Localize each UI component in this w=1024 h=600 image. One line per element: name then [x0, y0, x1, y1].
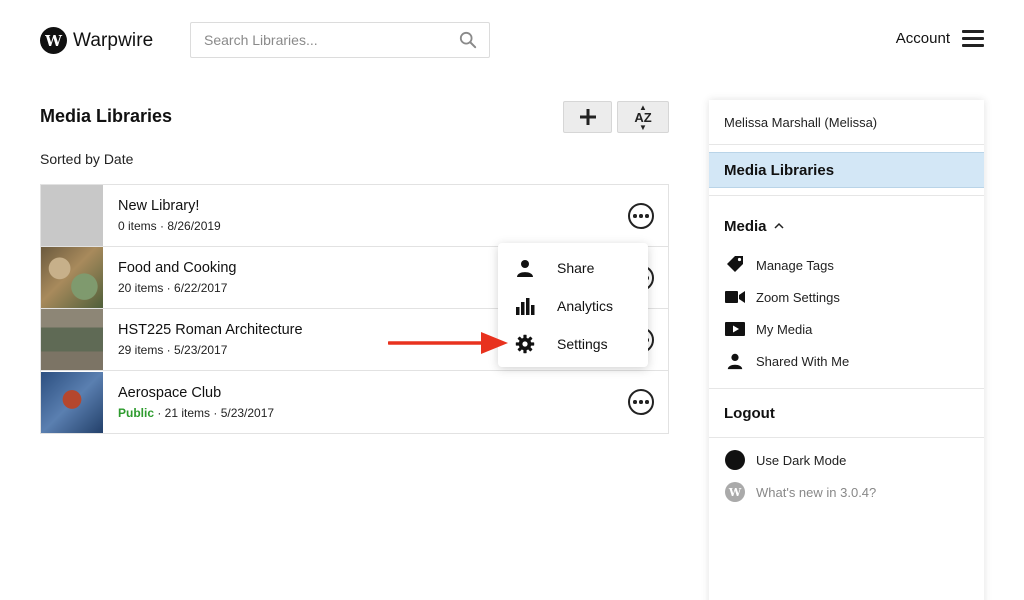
search-icon[interactable]: [459, 31, 477, 49]
logout-button[interactable]: Logout: [709, 389, 984, 437]
account-sidebar: Melissa Marshall (Melissa) Media Librari…: [709, 100, 984, 600]
library-thumbnail: [41, 185, 103, 246]
divider: [709, 437, 984, 438]
hamburger-menu-icon[interactable]: [962, 30, 984, 47]
sidebar-item-label: My Media: [756, 321, 813, 337]
logo-mark: W: [40, 27, 67, 54]
menu-item-label: Share: [557, 260, 595, 276]
menu-item-analytics[interactable]: Analytics: [498, 287, 648, 325]
video-camera-icon: [725, 291, 745, 303]
menu-item-label: Analytics: [557, 298, 614, 314]
sort-az-button[interactable]: ▲ AZ ▼: [617, 101, 669, 133]
whats-new-link[interactable]: W What's new in 3.0.4?: [709, 476, 984, 508]
library-thumbnail: [41, 309, 103, 370]
sidebar-item-label: Zoom Settings: [756, 289, 840, 305]
public-badge: Public: [118, 405, 155, 420]
media-section-toggle[interactable]: Media: [709, 203, 984, 249]
library-row[interactable]: New Library! 0 items · 8/26/2019: [41, 185, 668, 247]
dark-mode-label: Use Dark Mode: [756, 452, 847, 468]
sidebar-item-my-media[interactable]: My Media: [709, 313, 984, 345]
menu-item-share[interactable]: Share: [498, 249, 648, 287]
sort-label: Sorted by Date: [40, 151, 134, 167]
add-library-button[interactable]: [563, 101, 612, 133]
account-menu[interactable]: Account: [896, 30, 984, 47]
divider: [709, 195, 984, 196]
library-options-menu: Share Analytics Settings: [498, 243, 648, 367]
account-label: Account: [895, 30, 950, 47]
play-icon: [725, 322, 745, 336]
dark-mode-toggle[interactable]: Use Dark Mode: [709, 444, 984, 476]
library-row[interactable]: Aerospace Club Public · 21 items · 5/23/…: [41, 371, 668, 433]
library-thumbnail: [41, 247, 103, 308]
bar-chart-icon: [516, 298, 535, 315]
sort-az-icon: ▲ AZ ▼: [634, 102, 652, 132]
media-section-label: Media: [724, 217, 767, 235]
library-meta: Public · 21 items · 5/23/2017: [118, 405, 275, 420]
plus-icon: [579, 109, 596, 125]
sidebar-item-zoom-settings[interactable]: Zoom Settings: [709, 281, 984, 313]
warpwire-logo-icon: W: [725, 482, 745, 502]
library-name[interactable]: Food and Cooking: [118, 260, 237, 276]
more-options-icon[interactable]: [628, 203, 654, 229]
library-meta: 29 items · 5/23/2017: [118, 343, 228, 357]
sidebar-item-label: Manage Tags: [756, 257, 834, 273]
annotation-arrow-icon: [388, 332, 508, 354]
sidebar-item-label: Shared With Me: [756, 353, 850, 369]
page-title: Media Libraries: [40, 106, 173, 126]
sidebar-item-shared-with-me[interactable]: Shared With Me: [709, 345, 984, 377]
library-name[interactable]: Aerospace Club: [118, 385, 274, 401]
logo[interactable]: W Warpwire: [40, 27, 153, 54]
dark-mode-icon: [725, 450, 745, 470]
sidebar-item-manage-tags[interactable]: Manage Tags: [709, 249, 984, 281]
whats-new-label: What's new in 3.0.4?: [756, 484, 877, 500]
logo-text: Warpwire: [73, 29, 154, 51]
chevron-up-icon: [773, 222, 784, 229]
tag-icon: [727, 256, 743, 272]
more-options-icon[interactable]: [628, 389, 654, 415]
gear-icon: [515, 334, 535, 354]
person-icon: [517, 260, 533, 277]
library-name[interactable]: New Library!: [118, 198, 221, 214]
sidebar-item-media-libraries[interactable]: Media Libraries: [709, 152, 984, 188]
library-name[interactable]: HST225 Roman Architecture: [118, 322, 303, 338]
library-thumbnail: [41, 371, 103, 433]
menu-item-label: Settings: [557, 336, 608, 352]
search-box[interactable]: [190, 22, 490, 58]
search-input[interactable]: [191, 23, 459, 57]
library-meta: 20 items · 6/22/2017: [118, 281, 228, 295]
library-meta: 0 items · 8/26/2019: [118, 219, 221, 233]
user-name: Melissa Marshall (Melissa): [709, 100, 984, 145]
person-icon: [727, 353, 743, 370]
menu-item-settings[interactable]: Settings: [498, 325, 648, 363]
